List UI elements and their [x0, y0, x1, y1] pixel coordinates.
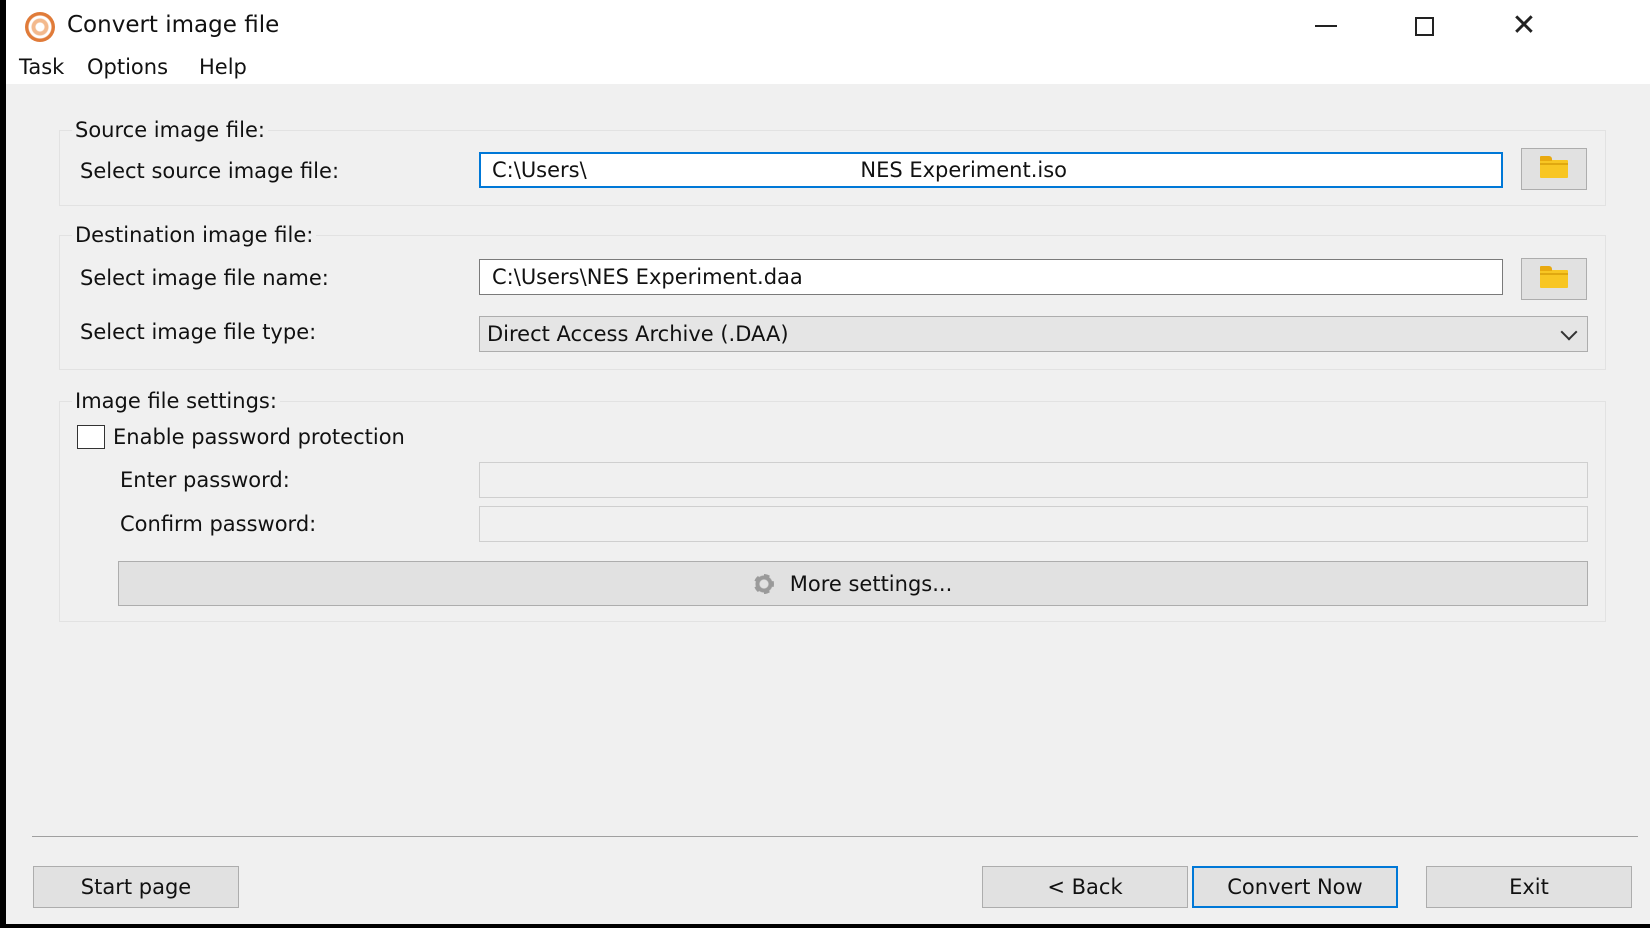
maximize-button[interactable]	[1389, 0, 1459, 52]
file-type-dropdown[interactable]: Direct Access Archive (.DAA)	[479, 316, 1588, 352]
enter-password-label: Enter password:	[120, 468, 290, 492]
folder-icon	[1540, 156, 1568, 178]
source-file-label: Select source image file:	[80, 159, 340, 183]
chevron-down-icon	[1560, 323, 1578, 341]
file-type-label: Select image file type:	[80, 320, 317, 344]
file-type-value: Direct Access Archive (.DAA)	[487, 322, 789, 346]
more-settings-label: More settings...	[789, 571, 953, 596]
enter-password-input[interactable]	[479, 462, 1588, 498]
footer-separator	[32, 836, 1638, 837]
window-title: Convert image file	[67, 12, 280, 38]
start-page-button[interactable]: Start page	[33, 866, 239, 908]
password-checkbox[interactable]	[77, 425, 105, 449]
source-browse-button[interactable]	[1521, 148, 1587, 190]
close-button[interactable]: ✕	[1489, 0, 1559, 52]
app-disc-icon	[25, 12, 55, 42]
destination-browse-button[interactable]	[1521, 258, 1587, 300]
exit-button[interactable]: Exit	[1426, 866, 1632, 908]
menu-options[interactable]: Options	[87, 55, 168, 79]
convert-now-button[interactable]: Convert Now	[1192, 866, 1398, 908]
password-checkbox-label[interactable]: Enable password protection	[113, 425, 405, 449]
folder-icon	[1540, 266, 1568, 288]
menu-task[interactable]: Task	[19, 55, 64, 79]
source-file-input[interactable]: C:\Users\ NES Experiment.iso	[479, 152, 1503, 188]
source-group-title: Source image file:	[72, 118, 268, 142]
more-settings-button[interactable]: More settings...	[118, 561, 1588, 606]
title-bar: Convert image file ✕	[6, 0, 1650, 52]
back-button[interactable]: < Back	[982, 866, 1188, 908]
menu-bar: Task Options Help	[6, 52, 1650, 84]
close-icon: ✕	[1511, 8, 1537, 43]
destination-name-input[interactable]: C:\Users\NES Experiment.daa	[479, 259, 1503, 295]
minimize-icon	[1315, 25, 1337, 27]
destination-name-label: Select image file name:	[80, 266, 329, 290]
confirm-password-label: Confirm password:	[120, 512, 317, 536]
settings-group-title: Image file settings:	[72, 389, 280, 413]
confirm-password-input[interactable]	[479, 506, 1588, 542]
gear-icon	[753, 573, 774, 594]
menu-help[interactable]: Help	[199, 55, 247, 79]
minimize-button[interactable]	[1291, 0, 1361, 52]
destination-group-title: Destination image file:	[72, 223, 317, 247]
maximize-icon	[1414, 16, 1434, 36]
convert-image-window: Convert image file ✕ Task Options Help S…	[6, 0, 1650, 924]
